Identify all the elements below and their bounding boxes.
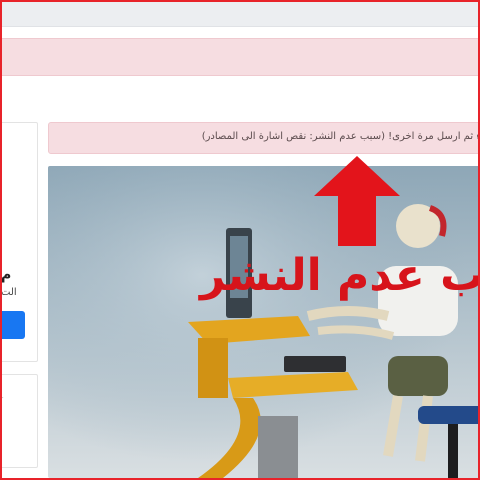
star-icon[interactable]: ★ xyxy=(0,389,7,409)
up-arrow-icon xyxy=(314,156,400,246)
skeleton-at-computer-illustration xyxy=(48,166,480,478)
rejection-notice-text: ء ثم ارسل مرة اخرى! (سبب عدم النشر: نقص … xyxy=(201,131,480,142)
sidebar-action-button[interactable] xyxy=(0,311,25,339)
top-navigation-bar xyxy=(0,2,480,27)
sidebar-rating-card: ★ xyxy=(0,374,38,468)
featured-image xyxy=(48,166,480,478)
sidebar-text-fragment: الت xyxy=(1,287,17,298)
sidebar-card: م الت xyxy=(0,122,38,362)
rejection-notice: ء ثم ارسل مرة اخرى! (سبب عدم النشر: نقص … xyxy=(48,122,480,154)
top-alert-banner xyxy=(0,38,480,76)
sidebar-heading-fragment: م xyxy=(1,267,12,283)
overlay-caption: ب عدم النشر xyxy=(200,250,480,301)
